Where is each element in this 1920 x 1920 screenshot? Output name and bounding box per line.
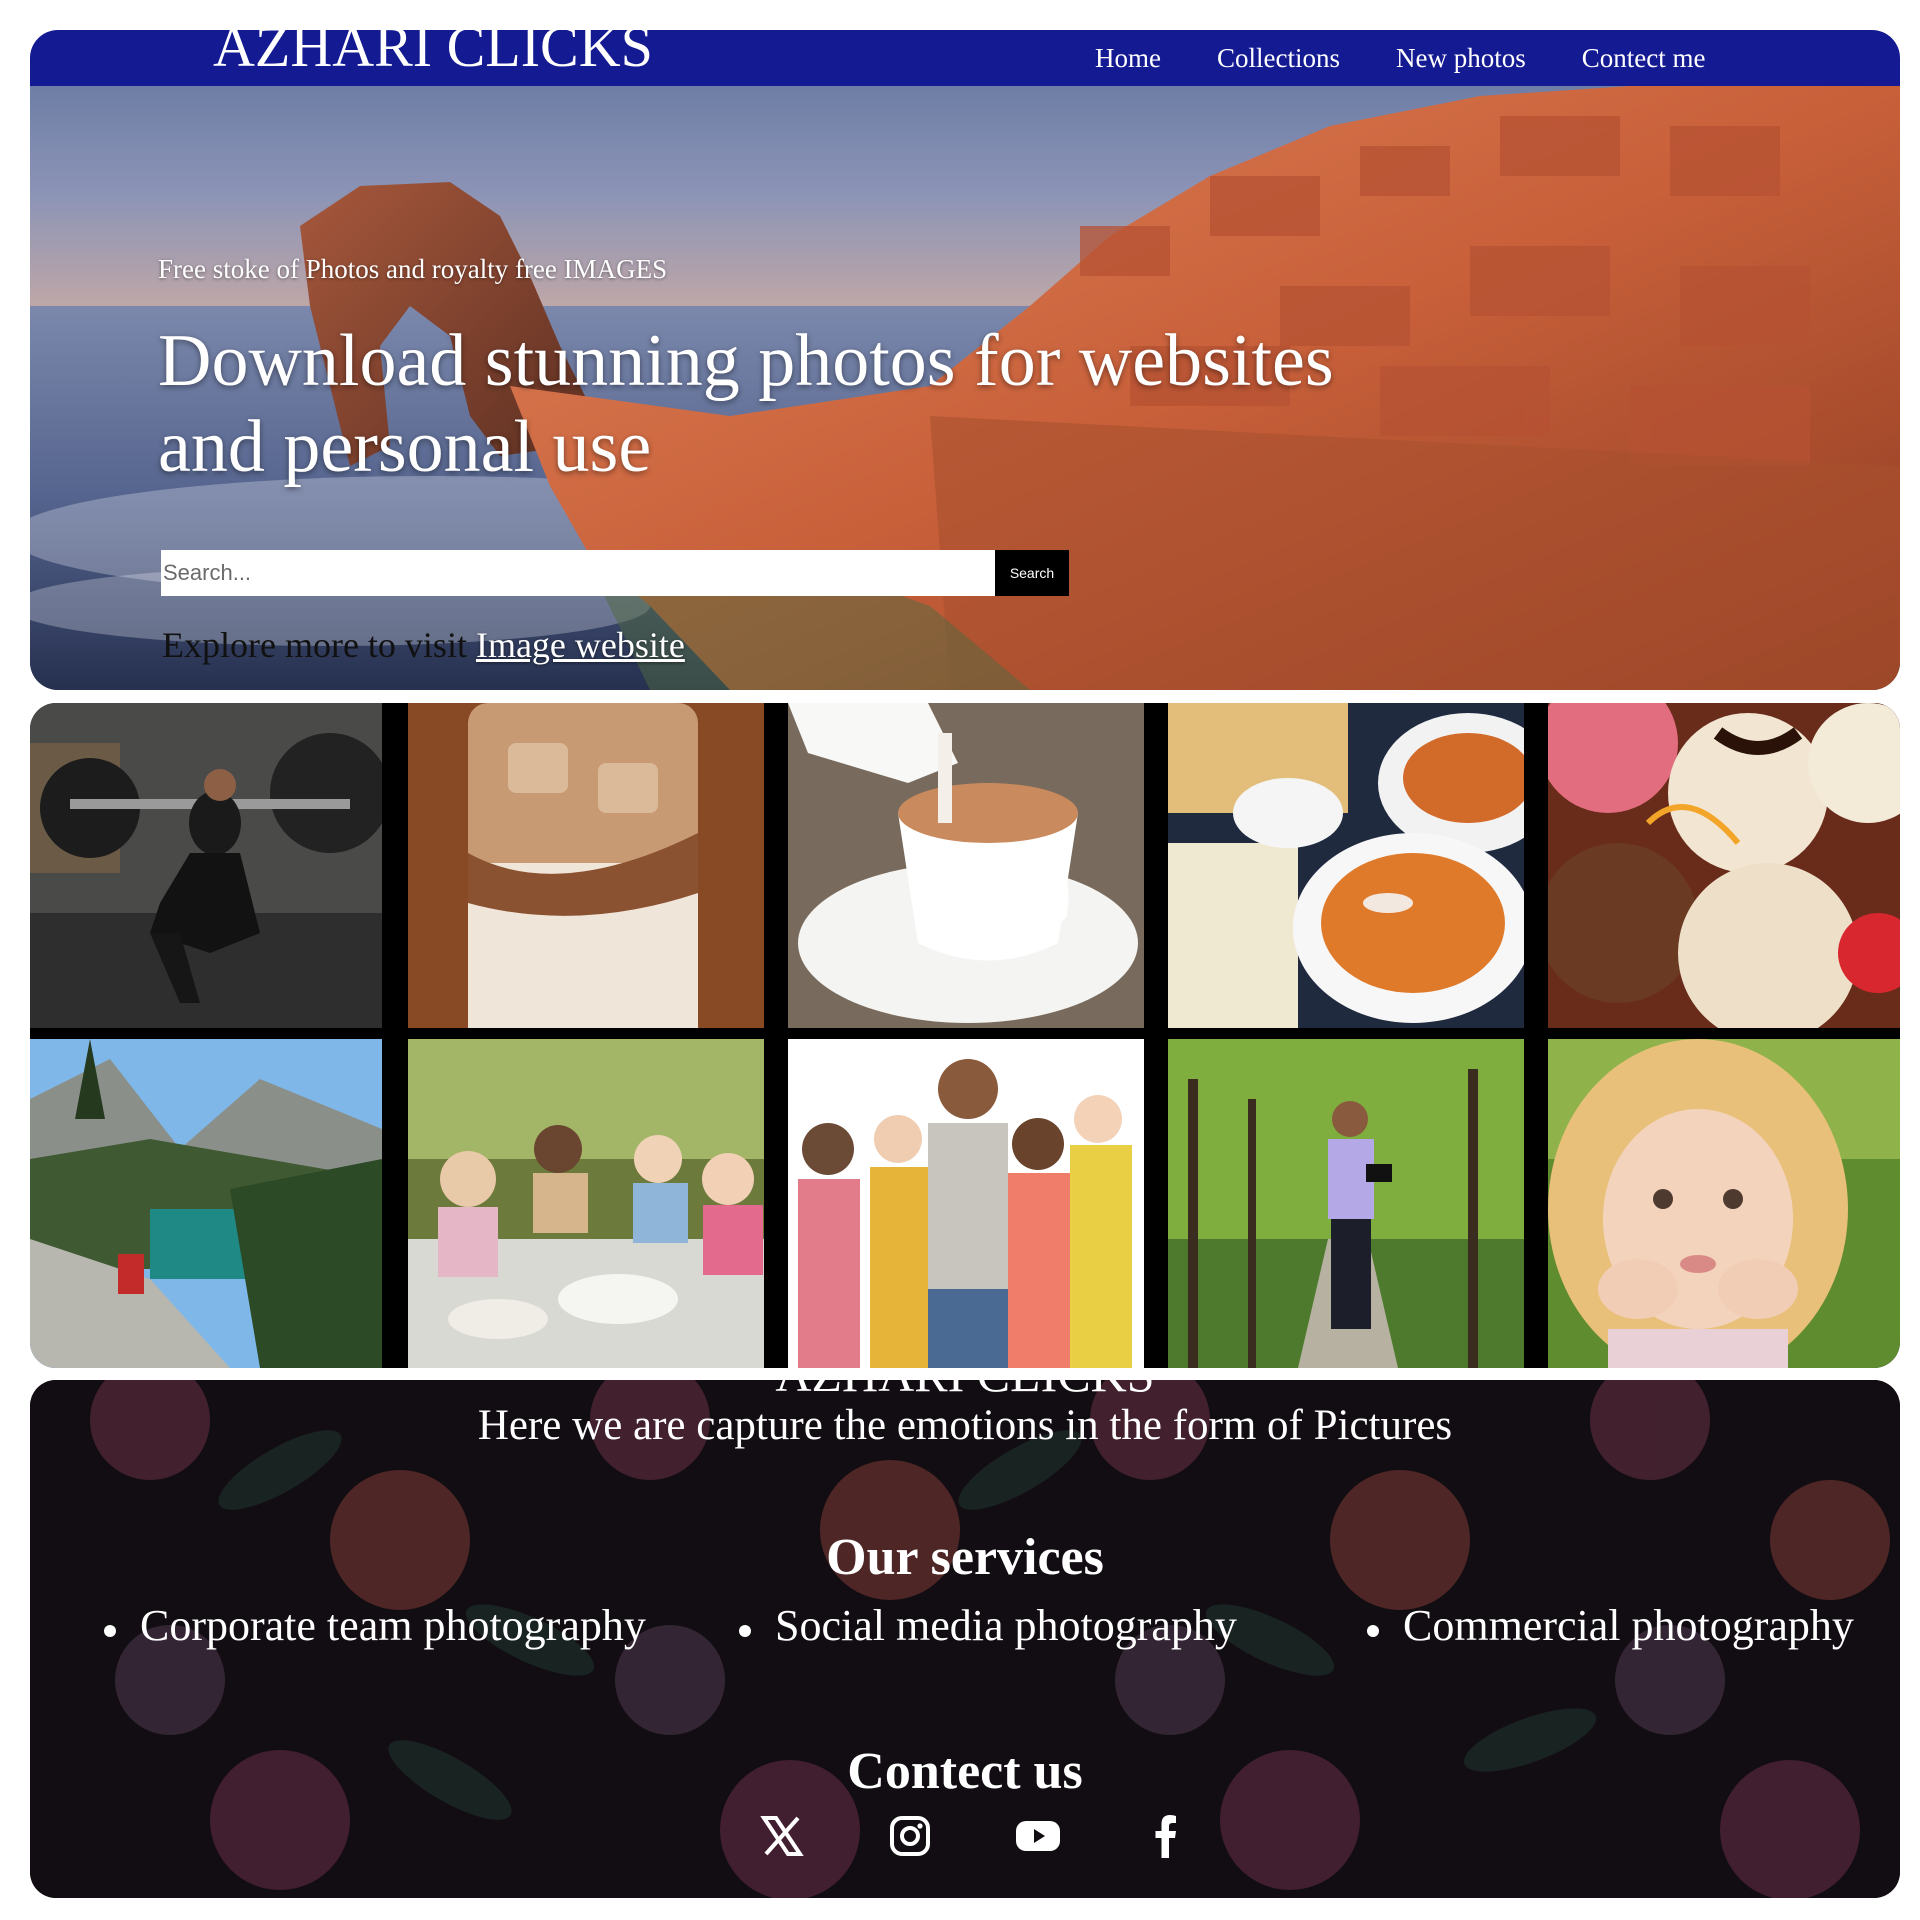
- gallery-image-ice-cream[interactable]: [1548, 703, 1900, 1028]
- footer: AZHARI CLICKS Here we are capture the em…: [30, 1380, 1900, 1898]
- social-links: [758, 1812, 1190, 1860]
- gallery-image-family-dinner[interactable]: [408, 1039, 764, 1368]
- search-input[interactable]: [161, 550, 995, 596]
- services-list: Corporate team photography Social media …: [100, 1600, 1854, 1651]
- gallery-image-tea-cup[interactable]: [788, 703, 1144, 1028]
- gallery-image-photographer[interactable]: [1168, 1039, 1524, 1368]
- gallery-image-little-girl[interactable]: [1548, 1039, 1900, 1368]
- photo-gallery: [30, 703, 1900, 1368]
- gallery-image-group-people[interactable]: [788, 1039, 1144, 1368]
- nav-collections-link[interactable]: Collections: [1217, 43, 1340, 74]
- gallery-image-curry[interactable]: [1168, 703, 1524, 1028]
- contact-title: Contect us: [847, 1743, 1083, 1800]
- hero-section: Free stoke of Photos and royalty free IM…: [30, 86, 1900, 690]
- brand-logo[interactable]: AZHARI CLICKS: [213, 30, 653, 82]
- footer-tagline: Here we are capture the emotions in the …: [477, 1402, 1453, 1449]
- service-item: Corporate team photography: [100, 1600, 735, 1651]
- gallery-image-mountain-lake[interactable]: [30, 1039, 382, 1368]
- nav-new-photos-link[interactable]: New photos: [1396, 43, 1526, 74]
- hero-title: Download stunning photos for websites an…: [158, 320, 1334, 488]
- youtube-icon[interactable]: [1014, 1812, 1062, 1860]
- explore-text: Explore more to visit Image website: [162, 624, 685, 666]
- nav-links: Home Collections New photos Contect me: [1095, 30, 1705, 86]
- services-title: Our services: [826, 1529, 1104, 1586]
- instagram-icon[interactable]: [886, 1812, 934, 1860]
- service-item: Commercial photography: [1363, 1600, 1854, 1651]
- search-bar: Search: [161, 550, 1069, 596]
- nav-home-link[interactable]: Home: [1095, 43, 1161, 74]
- hero-subtitle: Free stoke of Photos and royalty free IM…: [158, 254, 668, 284]
- explore-label: Explore more to visit: [162, 625, 476, 665]
- gallery-image-iced-coffee[interactable]: [408, 703, 764, 1028]
- navbar: AZHARI CLICKS Home Collections New photo…: [30, 30, 1900, 86]
- search-button[interactable]: Search: [995, 550, 1069, 596]
- image-website-link[interactable]: Image website: [476, 625, 685, 665]
- facebook-icon[interactable]: [1142, 1812, 1190, 1860]
- service-item: Social media photography: [735, 1600, 1363, 1651]
- gallery-image-gym[interactable]: [30, 703, 382, 1028]
- nav-contact-link[interactable]: Contect me: [1582, 43, 1706, 74]
- x-icon[interactable]: [758, 1812, 806, 1860]
